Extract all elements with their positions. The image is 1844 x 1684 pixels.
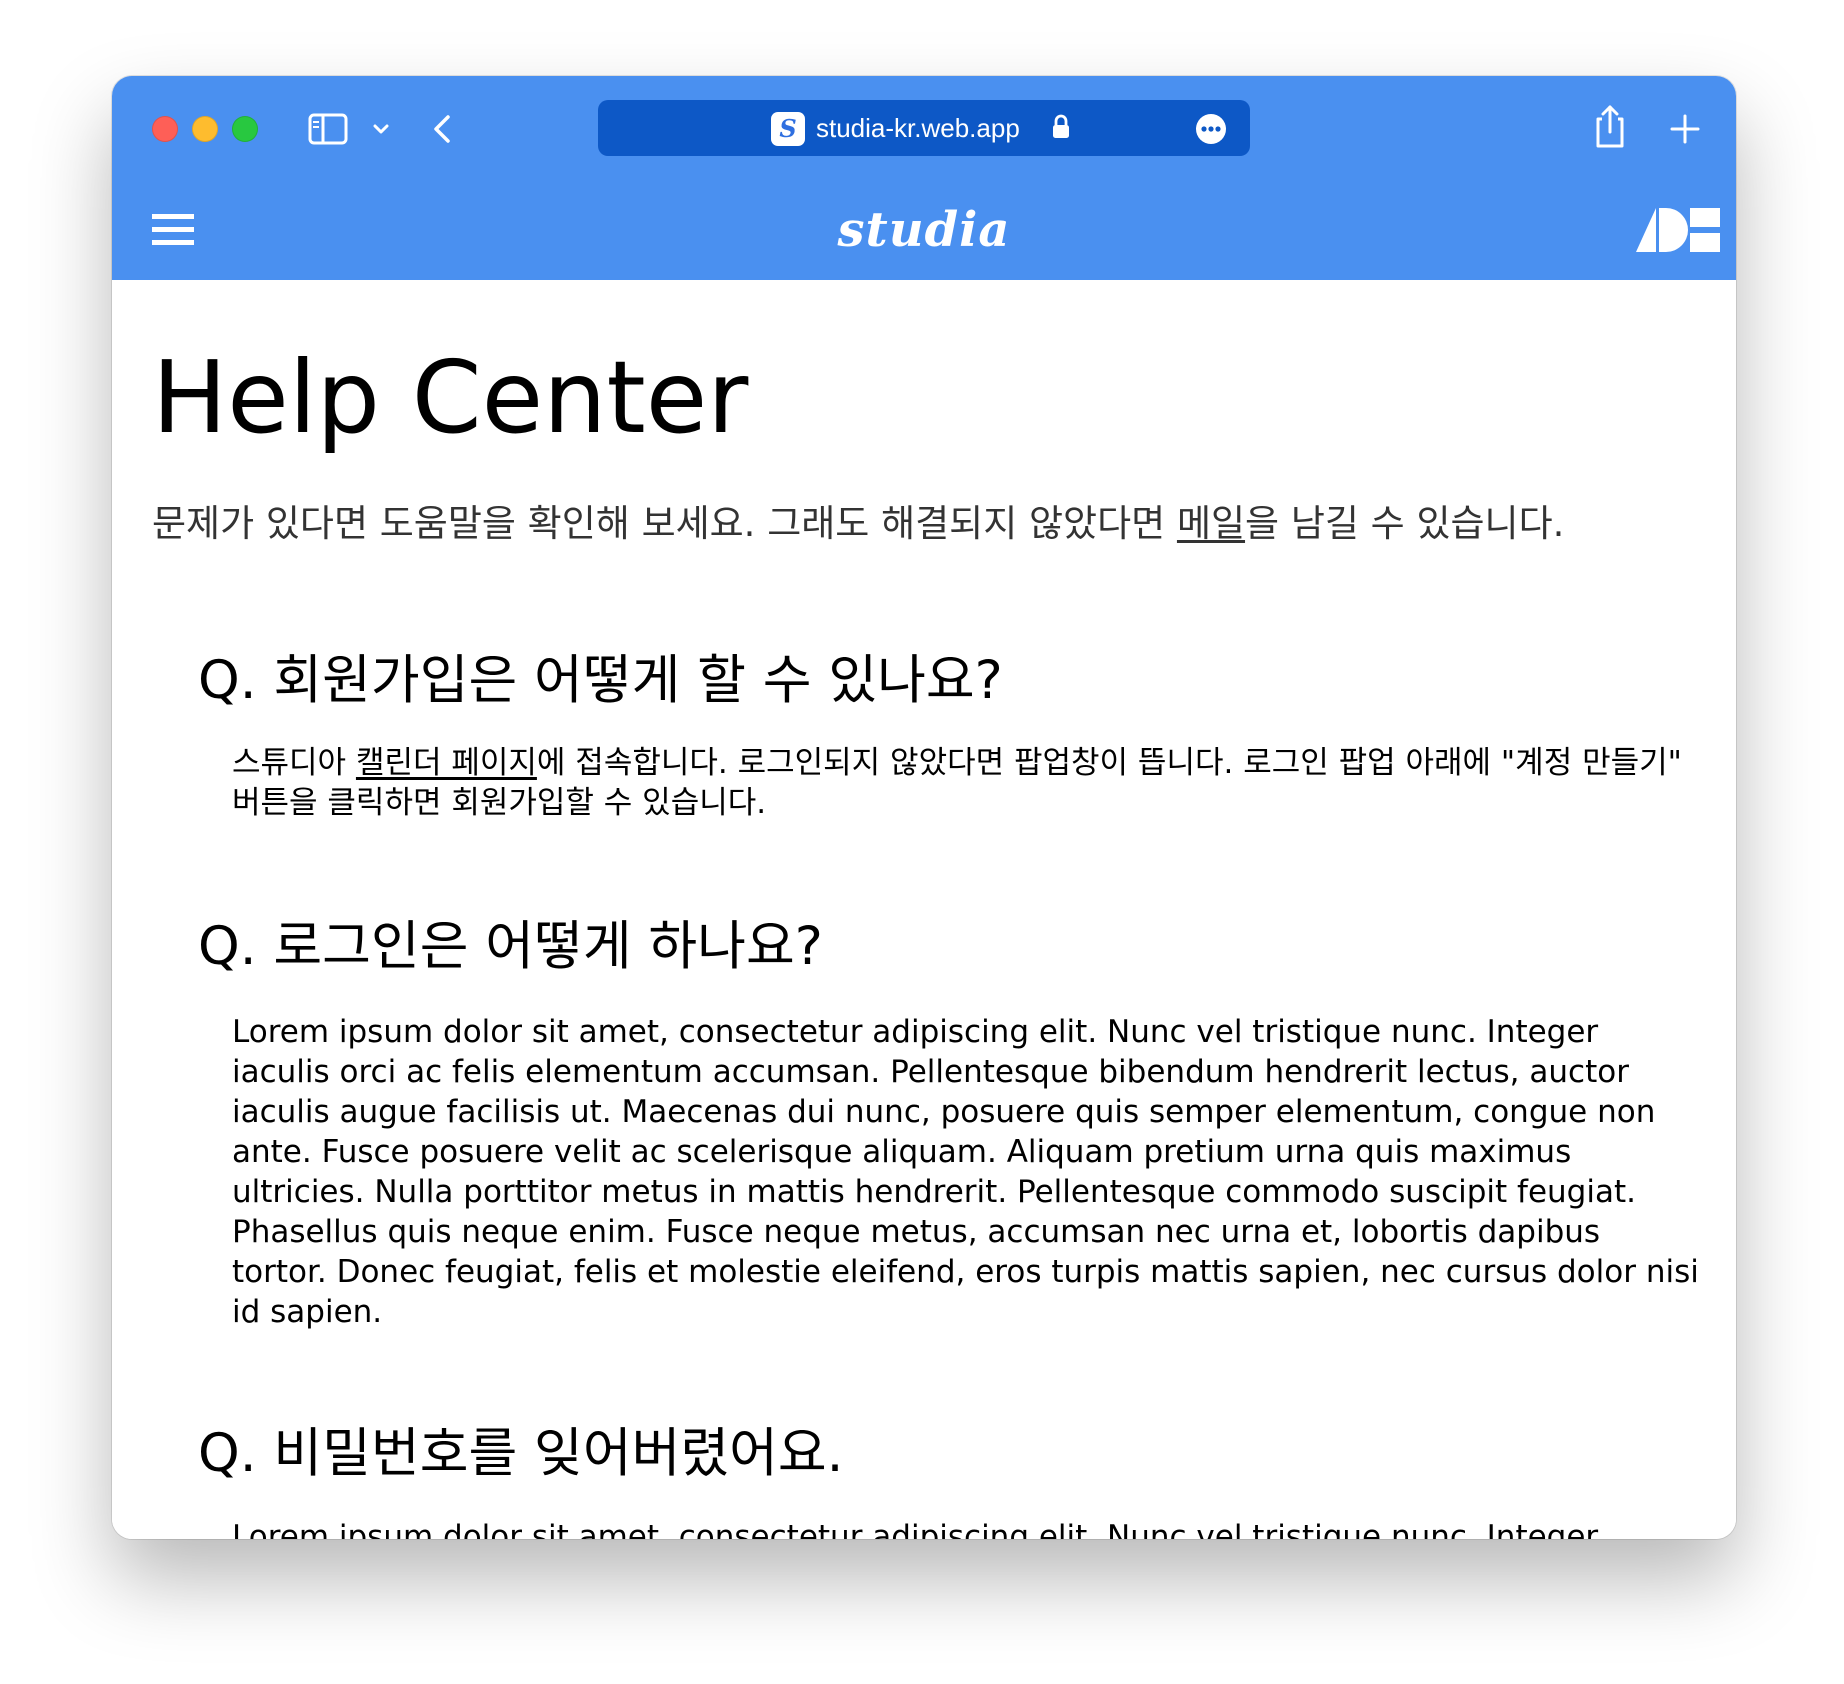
brand-logo-icon[interactable] [1636, 208, 1720, 252]
back-icon[interactable] [428, 112, 458, 146]
intro-text-end: 을 남길 수 있습니다. [1245, 502, 1565, 545]
lock-icon [1053, 114, 1069, 138]
faq-question-signup: Q. 회원가입은 어떻게 할 수 있나요? [198, 650, 1003, 711]
faq-answer-text: 스튜디아 [232, 745, 356, 781]
minimize-window-button[interactable] [192, 116, 218, 142]
address-bar[interactable]: S studia-kr.web.app [598, 100, 1250, 156]
zoom-window-button[interactable] [232, 116, 258, 142]
browser-toolbar: S studia-kr.web.app [112, 76, 1736, 180]
site-favicon: S [771, 112, 805, 146]
faq-question-login: Q. 로그인은 어떻게 하나요? [198, 916, 823, 977]
more-icon[interactable] [1196, 114, 1226, 144]
brand-title: studia [837, 202, 1011, 258]
browser-window: S studia-kr.web.app studia Help Center 문… [112, 76, 1736, 1539]
intro-text: 문제가 있다면 도움말을 확인해 보세요. 그래도 해결되지 않았다면 메일을 … [152, 498, 1712, 550]
share-icon[interactable] [1590, 104, 1630, 150]
faq-answer-login: Lorem ipsum dolor sit amet, consectetur … [232, 1014, 1699, 1330]
close-window-button[interactable] [152, 116, 178, 142]
chevron-down-icon[interactable] [370, 118, 392, 140]
sidebar-icon[interactable] [308, 112, 348, 146]
calendar-page-link[interactable]: 캘린더 페이지 [356, 745, 537, 781]
plus-icon[interactable] [1666, 110, 1704, 148]
app-header: studia [112, 180, 1736, 280]
faq-answer-signup: 스튜디아 캘린더 페이지에 접속합니다. 로그인되지 않았다면 팝업창이 뜹니다… [232, 743, 1700, 823]
page-title: Help Center [152, 339, 749, 456]
faq-answer-password: Lorem ipsum dolor sit amet, consectetur … [232, 1519, 1599, 1539]
url-text[interactable]: studia-kr.web.app [816, 100, 1020, 156]
intro-text-start: 문제가 있다면 도움말을 확인해 보세요. 그래도 해결되지 않았다면 [152, 502, 1177, 545]
help-page-content: Help Center 문제가 있다면 도움말을 확인해 보세요. 그래도 해결… [112, 280, 1736, 1539]
menu-icon[interactable] [152, 210, 194, 250]
faq-question-password: Q. 비밀번호를 잊어버렸어요. [198, 1423, 844, 1484]
email-link[interactable]: 메일 [1177, 502, 1245, 545]
